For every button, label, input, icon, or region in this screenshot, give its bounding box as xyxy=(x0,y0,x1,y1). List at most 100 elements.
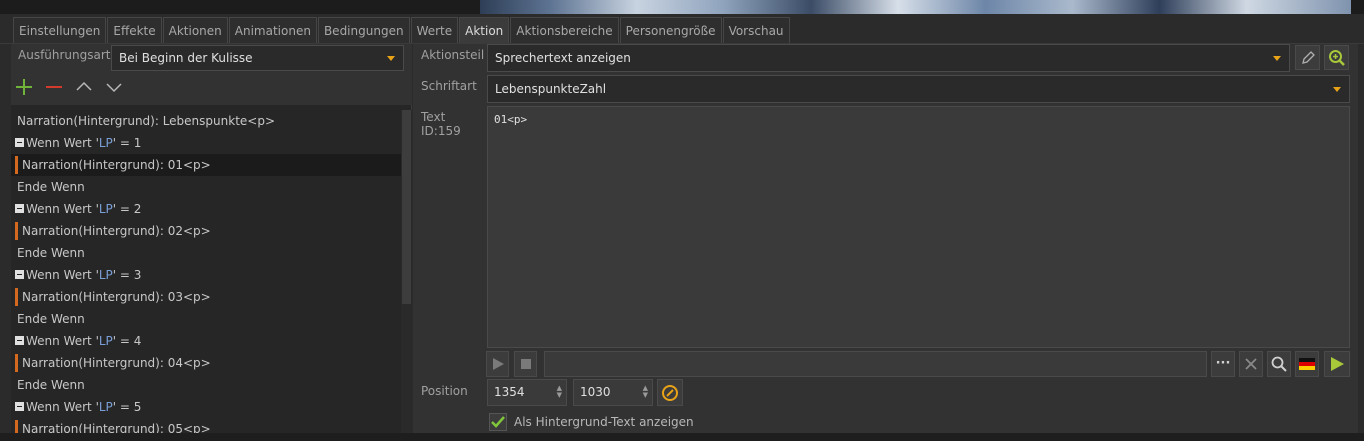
zoom-in-button[interactable] xyxy=(1324,45,1349,70)
run-icon xyxy=(1331,357,1344,371)
tree-row[interactable]: Ende Wenn xyxy=(11,176,401,198)
tree-row[interactable]: Wenn Wert 'LP' = 3 xyxy=(11,264,401,286)
action-indent-bar xyxy=(15,156,18,174)
chevron-down-icon xyxy=(1273,56,1281,61)
tab-einstellungen[interactable]: Einstellungen xyxy=(13,17,107,43)
tab-animationen[interactable]: Animationen xyxy=(228,17,317,43)
move-down-button[interactable] xyxy=(103,78,125,100)
tab-list: Einstellungen Effekte Aktionen Animationen B… xyxy=(13,17,791,43)
chevron-up-icon xyxy=(76,81,92,91)
text-label: Text xyxy=(421,110,446,124)
tree-row-label: Narration(Hintergrund): Lebenspunkte<p> xyxy=(17,114,276,128)
tree-row[interactable]: Narration(Hintergrund): 02<p> xyxy=(11,220,401,242)
tab-aktionen[interactable]: Aktionen xyxy=(162,17,228,43)
play-button[interactable] xyxy=(486,351,509,377)
tree-row[interactable]: Narration(Hintergrund): 01<p> xyxy=(11,154,401,176)
add-button[interactable] xyxy=(13,78,35,100)
tab-bedingungen[interactable]: Bedingungen xyxy=(317,17,410,43)
edit-button[interactable] xyxy=(1295,45,1320,70)
text-id-label: ID:159 xyxy=(421,124,461,138)
narration-text-value: 01<p> xyxy=(494,113,528,126)
background-image-strip xyxy=(0,0,1364,14)
position-x-value: 1354 xyxy=(494,385,525,399)
action-part-select[interactable]: Sprechertext anzeigen xyxy=(487,44,1290,72)
action-list-panel: Ausführungsart Bei Beginn der Kulisse Na… xyxy=(11,44,412,441)
action-indent-bar xyxy=(15,288,18,306)
tree-row[interactable]: Narration(Hintergrund): 04<p> xyxy=(11,352,401,374)
narration-text-area[interactable]: 01<p> xyxy=(487,106,1350,348)
execution-type-value: Bei Beginn der Kulisse xyxy=(119,51,253,65)
spin-arrows-icon[interactable]: ▲ ▼ xyxy=(557,385,562,399)
target-icon xyxy=(662,385,678,401)
tree-row[interactable]: Ende Wenn xyxy=(11,242,401,264)
tab-aktionsbereiche[interactable]: Aktionsbereiche xyxy=(510,17,619,43)
pencil-icon xyxy=(1301,51,1315,64)
zoom-in-icon xyxy=(1328,50,1345,66)
tree-row[interactable]: Ende Wenn xyxy=(11,374,401,396)
more-label: ··· xyxy=(1215,356,1231,371)
more-button[interactable]: ··· xyxy=(1211,351,1235,377)
move-up-button[interactable] xyxy=(73,78,95,100)
position-y-value: 1030 xyxy=(580,385,611,399)
bottom-edge xyxy=(0,433,1364,441)
position-label: Position xyxy=(421,384,468,398)
font-select[interactable]: LebenspunkteZahl xyxy=(487,75,1350,103)
tree-row[interactable]: Wenn Wert 'LP' = 5 xyxy=(11,396,401,418)
action-part-value: Sprechertext anzeigen xyxy=(495,51,631,65)
action-tree: Narration(Hintergrund): Lebenspunkte<p> W… xyxy=(11,110,401,441)
scrollbar-thumb[interactable] xyxy=(402,110,411,304)
pick-position-button[interactable] xyxy=(657,379,683,406)
search-button[interactable] xyxy=(1267,351,1291,377)
stop-icon xyxy=(520,359,531,369)
tree-row-label: Narration(Hintergrund): 01<p> xyxy=(22,158,211,172)
collapse-icon[interactable] xyxy=(15,402,24,411)
tree-row[interactable]: Wenn Wert 'LP' = 1 xyxy=(11,132,401,154)
position-x-input[interactable]: 1354 ▲ ▼ xyxy=(487,379,567,406)
tab-bar: Einstellungen Effekte Aktionen Animationen B… xyxy=(0,14,1364,44)
action-indent-bar xyxy=(15,222,18,240)
tree-row-label: Ende Wenn xyxy=(17,180,85,194)
language-button[interactable] xyxy=(1295,351,1319,377)
variable-name: LP xyxy=(98,400,113,414)
chevron-down-icon xyxy=(387,56,395,61)
tree-row-label: Ende Wenn xyxy=(17,378,85,392)
chevron-down-icon xyxy=(1333,87,1341,92)
play-icon xyxy=(492,358,504,370)
audio-file-field[interactable] xyxy=(544,351,1207,377)
remove-button[interactable] xyxy=(43,78,65,100)
search-icon xyxy=(1271,356,1287,372)
tree-row[interactable]: Ende Wenn xyxy=(11,308,401,330)
position-y-input[interactable]: 1030 ▲ ▼ xyxy=(573,379,653,406)
condition-suffix: ' = 4 xyxy=(112,334,142,348)
execution-type-select[interactable]: Bei Beginn der Kulisse xyxy=(111,45,404,71)
clear-button[interactable] xyxy=(1239,351,1263,377)
german-flag-icon xyxy=(1299,358,1315,370)
collapse-icon[interactable] xyxy=(15,270,24,279)
background-text-checkbox[interactable] xyxy=(489,413,507,431)
tab-aktion[interactable]: Aktion xyxy=(459,17,510,43)
tab-effekte[interactable]: Effekte xyxy=(107,17,162,43)
stop-button[interactable] xyxy=(514,351,537,377)
variable-name: LP xyxy=(98,334,113,348)
spin-arrows-icon[interactable]: ▲ ▼ xyxy=(643,385,648,399)
tree-row-label: Ende Wenn xyxy=(17,312,85,326)
tab-personengröße[interactable]: Personengröße xyxy=(619,17,722,43)
action-editor-panel: Aktionsteil Sprechertext anzeigen Schrif… xyxy=(413,44,1358,441)
tree-row[interactable]: Wenn Wert 'LP' = 4 xyxy=(11,330,401,352)
tree-row-label: Narration(Hintergrund): 03<p> xyxy=(22,290,211,304)
run-button[interactable] xyxy=(1324,351,1350,377)
tree-row-label: Narration(Hintergrund): 02<p> xyxy=(22,224,211,238)
action-list-header: Ausführungsart Bei Beginn der Kulisse xyxy=(11,44,412,105)
condition-prefix: Wenn Wert ' xyxy=(26,400,99,414)
tree-row[interactable]: Wenn Wert 'LP' = 2 xyxy=(11,198,401,220)
action-tree-scrollbar[interactable] xyxy=(401,110,412,441)
tab-werte[interactable]: Werte xyxy=(410,17,459,43)
scene-preview-image xyxy=(480,0,1351,14)
condition-suffix: ' = 2 xyxy=(112,202,142,216)
tree-row[interactable]: Narration(Hintergrund): Lebenspunkte<p> xyxy=(11,110,401,132)
tree-row[interactable]: Narration(Hintergrund): 03<p> xyxy=(11,286,401,308)
tab-vorschau[interactable]: Vorschau xyxy=(722,17,790,43)
collapse-icon[interactable] xyxy=(15,336,24,345)
collapse-icon[interactable] xyxy=(15,138,24,147)
collapse-icon[interactable] xyxy=(15,204,24,213)
